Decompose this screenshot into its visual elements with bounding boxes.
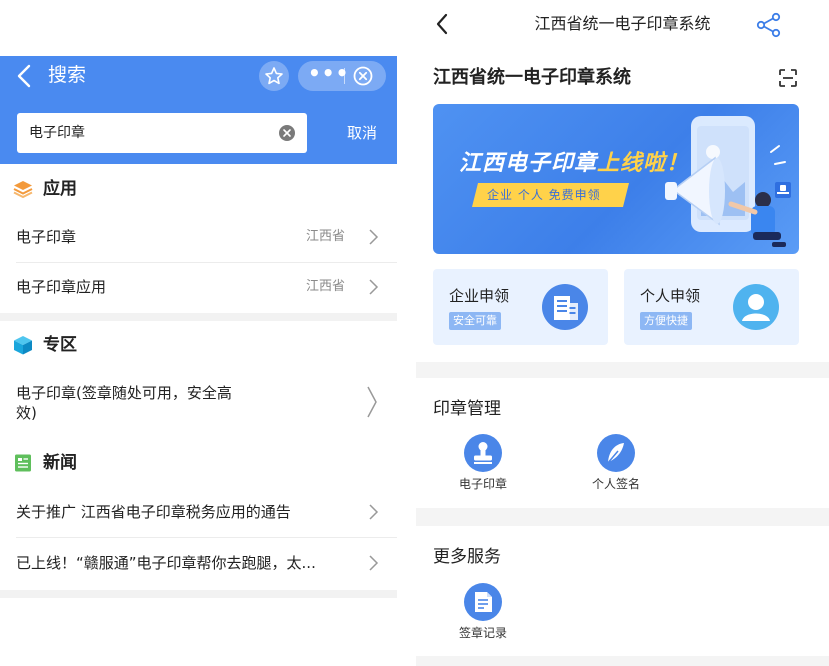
card-tag: 方便快捷	[640, 312, 692, 330]
page-title: 江西省统一电子印章系统	[433, 67, 631, 88]
card-enterprise-apply[interactable]: 企业申领 安全可靠	[433, 269, 608, 345]
layers-icon	[13, 181, 33, 199]
list-item-title-line1: 电子印章(签章随处可用，安全高	[16, 384, 232, 402]
chevron-right-icon	[369, 504, 379, 520]
header-title: 搜索	[48, 64, 87, 86]
newspaper-icon	[15, 454, 31, 472]
section-news-header: 新闻	[0, 443, 397, 483]
search-header: 搜索 ••• 电子印章 取消	[0, 56, 397, 164]
document-icon	[464, 583, 502, 621]
close-circle-icon[interactable]	[353, 66, 373, 86]
building-icon	[542, 284, 588, 330]
chevron-right-icon	[367, 386, 377, 418]
capsule-divider	[344, 68, 345, 84]
mini-program-capsule: •••	[298, 61, 386, 91]
list-item-title: 电子印章应用	[16, 278, 107, 296]
card-tag: 安全可靠	[449, 312, 501, 330]
person-icon	[733, 284, 779, 330]
banner-subtitle: 企业 个人 免费申领	[487, 188, 601, 202]
header-bar: 搜索 •••	[0, 56, 397, 96]
news-item-title: 已上线！“赣服通”电子印章帮你去跑腿，太...	[16, 554, 316, 572]
search-screen: 搜索 ••• 电子印章 取消 应用 电子印章 江西省 电子印章应用 江西省 专区…	[0, 0, 397, 666]
section-zone-header: 专区	[0, 325, 397, 365]
news-item[interactable]: 关于推广 江西省电子印章税务应用的通告	[0, 487, 397, 537]
clear-icon[interactable]	[279, 125, 295, 141]
section-apps-header: 应用	[0, 169, 397, 209]
news-item[interactable]: 已上线！“赣服通”电子印章帮你去跑腿，太...	[0, 538, 397, 588]
section-title: 专区	[43, 335, 77, 355]
service-personal-signature[interactable]: 个人签名	[576, 434, 656, 494]
chevron-right-icon	[369, 555, 379, 571]
list-item-region: 江西省	[305, 229, 345, 244]
section-title: 印章管理	[433, 399, 501, 419]
seal-system-screen: 江西省统一电子印章系统 江西省统一电子印章系统 江西电子印章上线啦！ 企业 个人…	[416, 0, 829, 666]
list-item-region: 江西省	[305, 279, 345, 294]
section-gap	[0, 313, 397, 321]
star-icon	[265, 67, 283, 85]
share-icon[interactable]	[756, 12, 782, 38]
service-label: 个人签名	[591, 477, 640, 491]
cube-icon	[14, 336, 32, 355]
list-item[interactable]: 电子印章(签章随处可用，安全高 效)	[0, 370, 397, 436]
list-item-title-line2: 效)	[16, 404, 37, 422]
section-title: 新闻	[43, 453, 77, 473]
section-gap	[416, 508, 829, 526]
service-electronic-seal[interactable]: 电子印章	[443, 434, 523, 494]
search-input-value: 电子印章	[29, 125, 85, 141]
section-title: 更多服务	[433, 547, 501, 567]
chevron-right-icon	[369, 279, 379, 295]
back-icon[interactable]	[14, 62, 36, 90]
feather-pen-icon	[597, 434, 635, 472]
cancel-button[interactable]: 取消	[347, 122, 377, 144]
card-personal-apply[interactable]: 个人申领 方便快捷	[624, 269, 799, 345]
list-item[interactable]: 电子印章 江西省	[0, 212, 397, 262]
service-signing-records[interactable]: 签章记录	[443, 583, 523, 643]
search-input[interactable]: 电子印章	[17, 113, 307, 153]
list-item-title: 电子印章	[16, 228, 77, 246]
section-gap	[416, 656, 829, 666]
section-title: 应用	[43, 179, 77, 199]
megaphone-phone-illustration	[665, 116, 791, 247]
scan-icon[interactable]	[778, 68, 798, 88]
favorite-button[interactable]	[259, 61, 289, 91]
card-title: 个人申领	[640, 287, 701, 305]
news-item-title: 关于推广 江西省电子印章税务应用的通告	[16, 503, 291, 521]
banner-title-part1: 江西电子印章	[459, 151, 598, 176]
section-gap	[0, 590, 397, 598]
list-item[interactable]: 电子印章应用 江西省	[0, 262, 397, 312]
seal-icon	[464, 434, 502, 472]
service-label: 签章记录	[458, 626, 507, 640]
service-label: 电子印章	[458, 477, 507, 491]
more-icon[interactable]: •••	[308, 61, 348, 91]
promo-banner[interactable]: 江西电子印章上线啦！ 企业 个人 免费申领	[433, 104, 799, 254]
section-gap	[416, 362, 829, 378]
card-title: 企业申领	[449, 287, 510, 305]
chevron-right-icon	[369, 229, 379, 245]
